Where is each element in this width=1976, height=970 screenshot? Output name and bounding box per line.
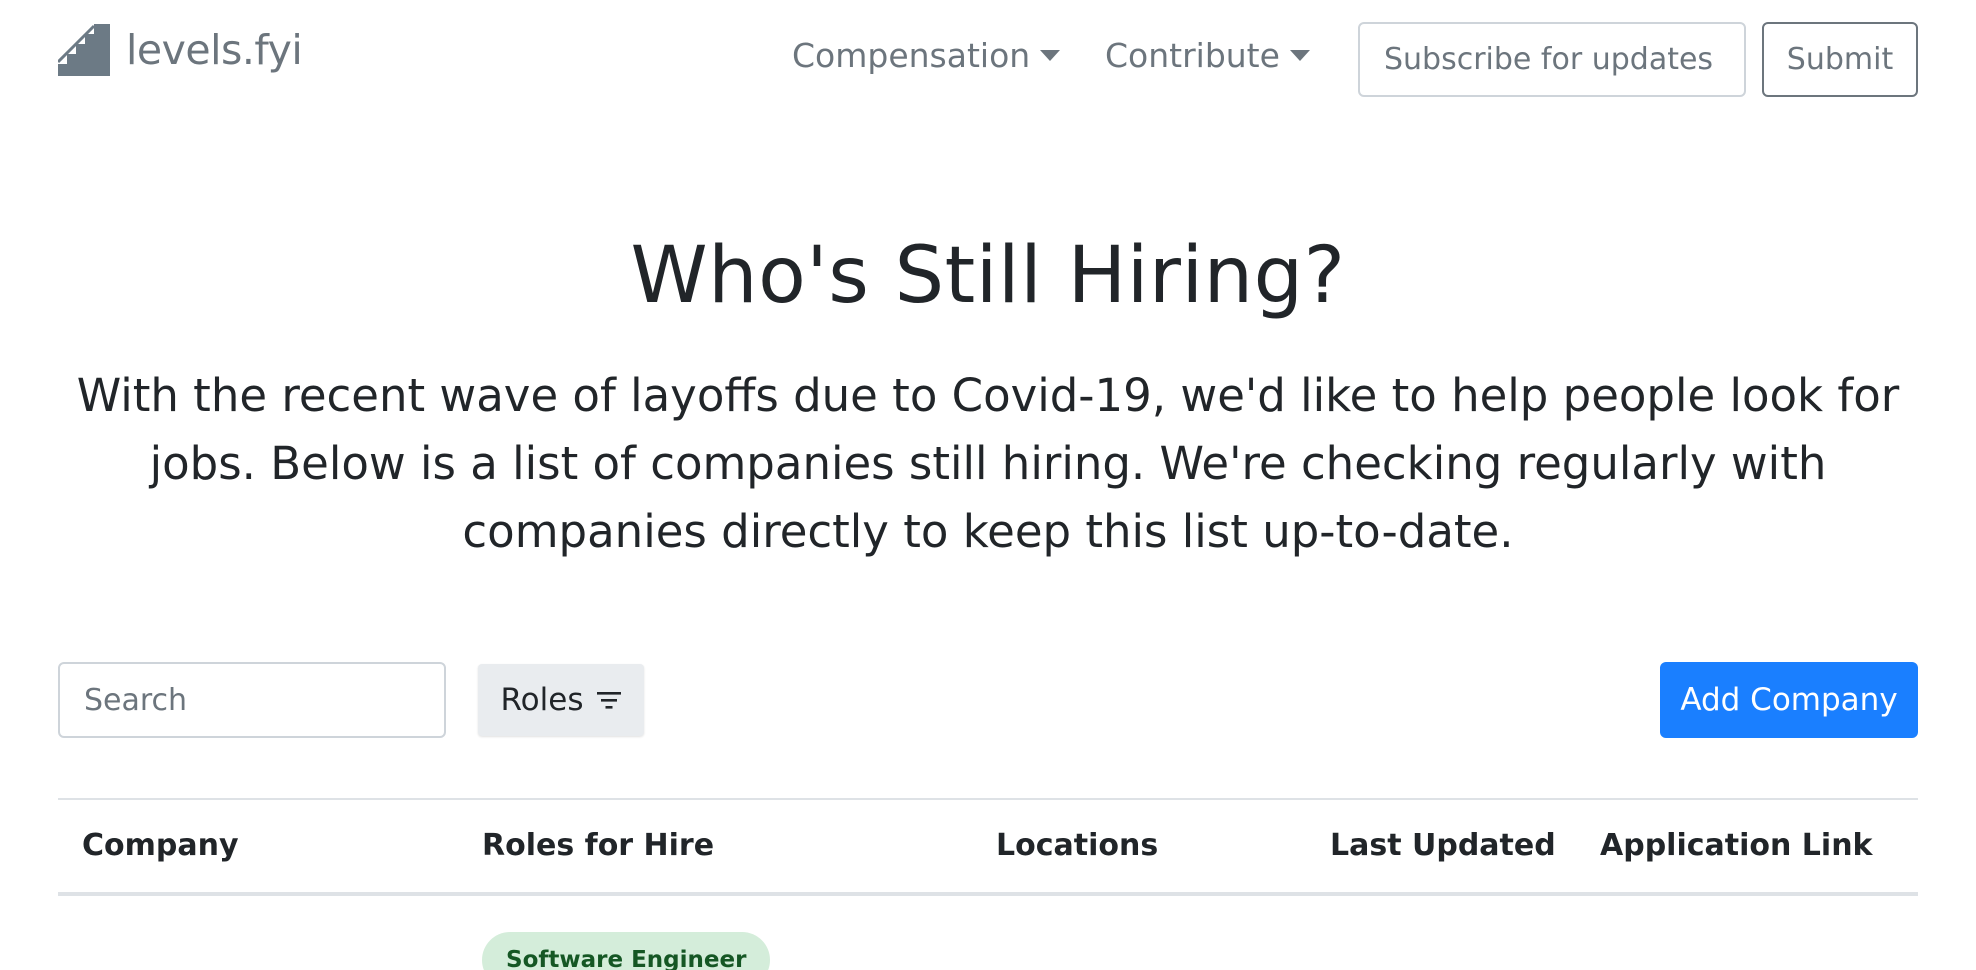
brand-name: levels.fyi [126,25,303,74]
column-header-application-link[interactable]: Application Link [1600,828,1873,863]
add-company-button[interactable]: Add Company [1660,662,1918,738]
role-badge: Software Engineer [482,932,771,970]
subscribe-submit-button[interactable]: Submit [1762,22,1918,97]
staircase-logo-icon [58,24,110,76]
nav-contribute-dropdown[interactable]: Contribute [1105,36,1310,76]
nav-contribute-label: Contribute [1105,36,1280,75]
page-description: With the recent wave of layoffs due to C… [76,369,1900,558]
roles-filter-button[interactable]: Roles [478,664,644,736]
roles-filter-label: Roles [500,682,584,718]
caret-down-icon [1040,50,1061,62]
caret-down-icon [1289,50,1310,62]
search-input[interactable] [58,662,446,738]
filter-icon [597,692,622,709]
column-header-company[interactable]: Company [82,828,239,863]
subscribe-email-input[interactable] [1358,22,1746,97]
nav-compensation-label: Compensation [792,36,1031,75]
column-header-locations[interactable]: Locations [996,828,1158,863]
nav-compensation-dropdown[interactable]: Compensation [792,36,1061,76]
column-header-last-updated[interactable]: Last Updated [1330,828,1556,863]
brand-logo[interactable]: levels.fyi [58,24,303,76]
table-header: Company Roles for Hire Locations Last Up… [58,800,1918,896]
navbar: levels.fyi Compensation Contribute Submi… [0,0,1976,120]
column-header-roles[interactable]: Roles for Hire [482,828,714,863]
page-title: Who's Still Hiring? [630,231,1346,321]
